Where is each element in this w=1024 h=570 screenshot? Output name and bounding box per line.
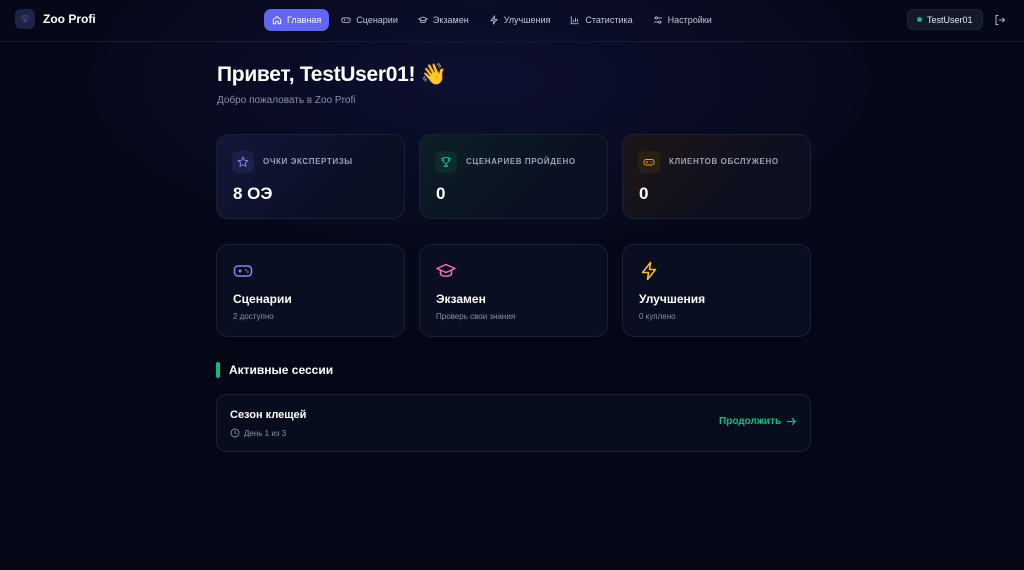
section-accent-bar <box>216 362 220 378</box>
brand-name: Zoo Profi <box>43 12 96 26</box>
session-item[interactable]: Сезон клещей День 1 из 3 Продолжить <box>216 394 811 452</box>
graduation-cap-icon <box>418 16 428 24</box>
page-subtitle: Добро пожаловать в Zoo Profi <box>217 95 356 106</box>
stat-value: 0 <box>436 184 446 203</box>
main-nav: Главная Сценарии Экзамен Улучшения Стати… <box>264 9 724 31</box>
nav-item-label: Настройки <box>667 15 712 25</box>
lightning-icon <box>490 15 498 25</box>
logout-icon[interactable] <box>994 14 1006 26</box>
nav-item-label: Улучшения <box>503 15 551 25</box>
graduation-cap-icon <box>436 263 456 277</box>
nav-item-settings[interactable]: Настройки <box>645 9 720 31</box>
gamepad-icon <box>638 151 660 173</box>
nav-item-label: Главная <box>287 15 322 25</box>
card-exam[interactable]: Экзамен Проверь свои знания <box>419 244 608 337</box>
stat-card-scenarios-completed: СЦЕНАРИЕВ ПРОЙДЕНО 0 <box>419 134 608 219</box>
continue-label: Продолжить <box>719 416 782 427</box>
lightning-icon <box>641 261 657 281</box>
bar-chart-icon <box>571 16 580 25</box>
user-badge[interactable]: TestUser01 <box>907 9 983 30</box>
nav-item-label: Сценарии <box>356 15 398 25</box>
brand[interactable]: Zoo Profi <box>15 9 96 29</box>
card-subtitle: 2 доступно <box>233 312 274 321</box>
card-subtitle: Проверь свои знания <box>436 312 516 321</box>
session-name: Сезон клещей <box>230 409 307 421</box>
star-icon <box>232 151 254 173</box>
stat-label: ОЧКИ ЭКСПЕРТИЗЫ <box>263 157 353 166</box>
nav-item-upgrades[interactable]: Улучшения <box>481 9 559 31</box>
username: TestUser01 <box>927 14 973 25</box>
card-scenarios[interactable]: Сценарии 2 доступно <box>216 244 405 337</box>
nav-item-scenarios[interactable]: Сценарии <box>333 9 406 31</box>
section-title: Активные сессии <box>229 363 334 377</box>
home-icon <box>272 16 282 25</box>
card-title: Экзамен <box>436 292 486 306</box>
stat-label: СЦЕНАРИЕВ ПРОЙДЕНО <box>466 157 576 166</box>
stat-value: 0 <box>639 184 649 203</box>
paw-logo-icon <box>15 9 35 29</box>
card-title: Сценарии <box>233 292 292 306</box>
card-subtitle: 0 куплено <box>639 312 676 321</box>
stat-card-expertise: ОЧКИ ЭКСПЕРТИЗЫ 8 ОЭ <box>216 134 405 219</box>
stat-value: 8 ОЭ <box>233 184 273 203</box>
clock-icon <box>230 428 240 438</box>
nav-item-home[interactable]: Главная <box>264 9 330 31</box>
sliders-icon <box>653 16 662 24</box>
continue-button[interactable]: Продолжить <box>719 416 797 427</box>
card-title: Улучшения <box>639 292 706 306</box>
nav-item-exam[interactable]: Экзамен <box>410 9 477 31</box>
arrow-right-icon <box>786 417 796 426</box>
stat-label: КЛИЕНТОВ ОБСЛУЖЕНО <box>669 157 779 166</box>
session-meta: День 1 из 3 <box>230 428 286 438</box>
card-upgrades[interactable]: Улучшения 0 куплено <box>622 244 811 337</box>
nav-item-label: Экзамен <box>432 15 469 25</box>
top-navbar: Zoo Profi Главная Сценарии Экзамен Улучш… <box>0 0 1024 42</box>
page-title: Привет, TestUser01! 👋 <box>217 63 447 86</box>
gamepad-icon <box>233 265 253 277</box>
session-progress: День 1 из 3 <box>244 428 287 438</box>
stat-card-clients-served: КЛИЕНТОВ ОБСЛУЖЕНО 0 <box>622 134 811 219</box>
nav-item-label: Статистика <box>585 15 633 25</box>
nav-item-statistics[interactable]: Статистика <box>562 9 640 31</box>
gamepad-icon <box>341 17 351 23</box>
online-status-dot <box>917 17 922 22</box>
trophy-icon <box>435 151 457 173</box>
